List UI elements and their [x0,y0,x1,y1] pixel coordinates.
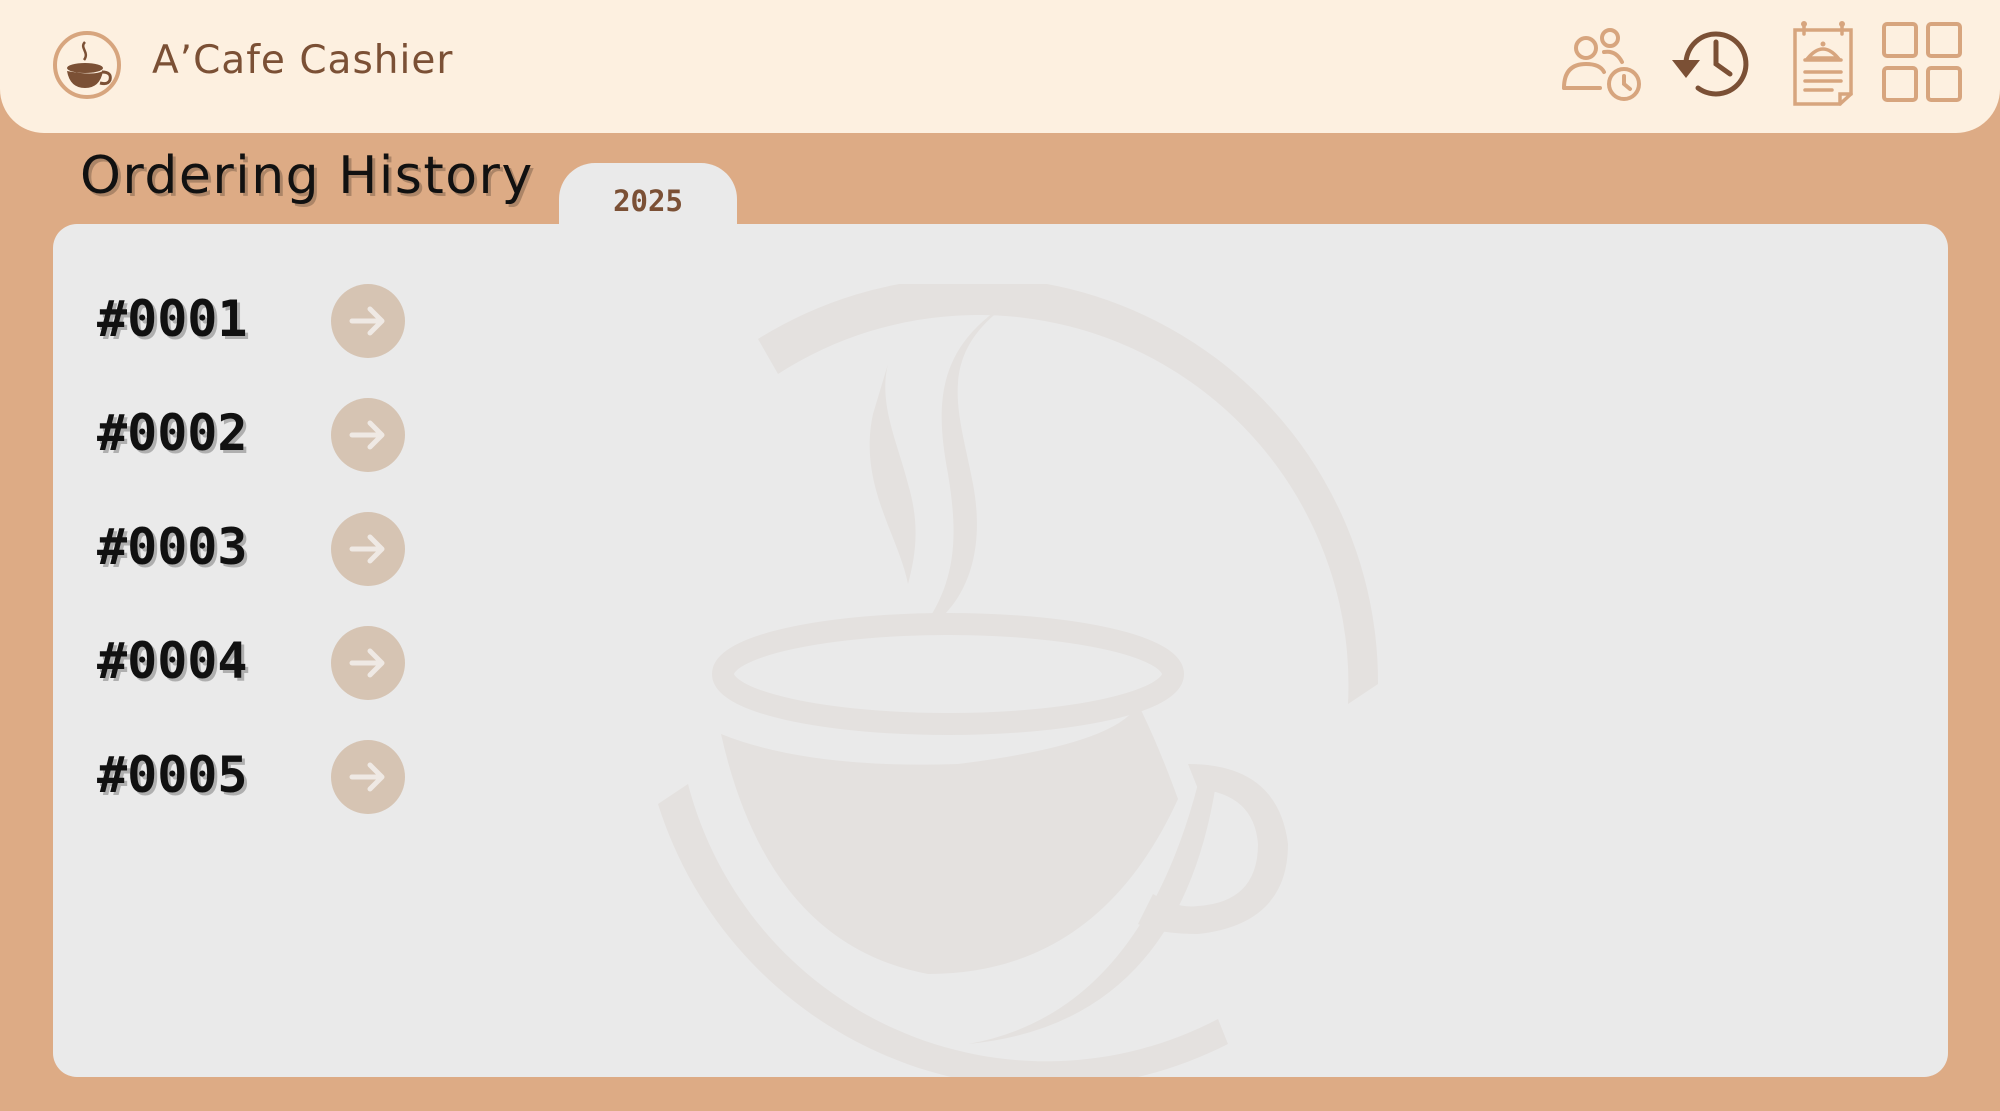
page-title: Ordering History [80,146,534,206]
customer-history-icon[interactable] [1556,18,1646,108]
order-id: #0004 [97,632,248,690]
grid-icon[interactable] [1878,18,1968,108]
order-row-0004: #0004 [97,626,427,706]
open-order-0003-button[interactable] [331,512,405,586]
tab-year[interactable]: 2025 [559,163,737,233]
menu-clipboard-icon[interactable] [1778,18,1868,108]
open-order-0004-button[interactable] [331,626,405,700]
order-row-0003: #0003 [97,512,427,592]
order-id: #0005 [97,746,248,804]
arrow-right-icon [349,534,385,564]
coffee-cup-watermark-icon [658,284,1379,1077]
app-title: A’Cafe Cashier [152,38,454,83]
arrow-right-icon [349,762,385,792]
arrow-right-icon [349,420,385,450]
order-row-0001: #0001 [97,284,427,364]
order-row-0005: #0005 [97,740,427,820]
order-id: #0002 [97,404,248,462]
open-order-0002-button[interactable] [331,398,405,472]
app-header: A’Cafe Cashier [0,0,2000,133]
order-row-0002: #0002 [97,398,427,478]
arrow-right-icon [349,648,385,678]
open-order-0005-button[interactable] [331,740,405,814]
open-order-0001-button[interactable] [331,284,405,358]
coffee-cup-logo-icon [53,31,121,99]
order-id: #0001 [97,290,248,348]
order-id: #0003 [97,518,248,576]
history-icon[interactable] [1668,18,1758,108]
order-history-panel: #0001 #0002 #0003 #0004 #0005 [53,224,1948,1077]
arrow-right-icon [349,306,385,336]
